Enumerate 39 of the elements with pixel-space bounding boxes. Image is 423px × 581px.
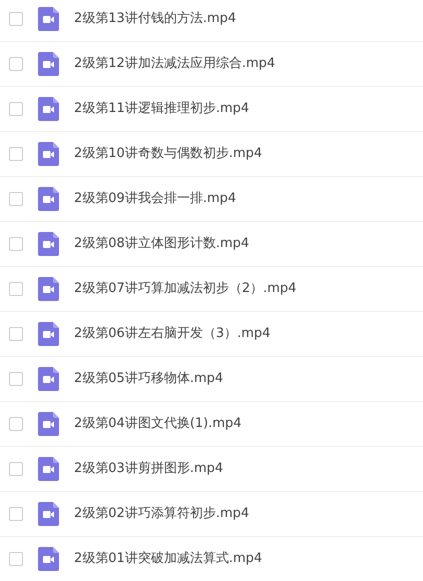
video-file-icon: [38, 97, 59, 121]
checkbox[interactable]: [9, 102, 23, 116]
video-file-icon: [38, 142, 59, 166]
checkbox[interactable]: [9, 192, 23, 206]
checkbox[interactable]: [9, 552, 23, 566]
video-file-icon: [38, 412, 59, 436]
checkbox[interactable]: [9, 282, 23, 296]
checkbox[interactable]: [9, 417, 23, 431]
file-name[interactable]: 2级第01讲突破加减法算式.mp4: [74, 549, 262, 569]
file-name[interactable]: 2级第07讲巧算加减法初步（2）.mp4: [74, 279, 296, 299]
video-file-icon: [38, 187, 59, 211]
video-file-icon: [38, 232, 59, 256]
video-file-icon: [38, 457, 59, 481]
video-file-icon: [38, 502, 59, 526]
file-name[interactable]: 2级第13讲付钱的方法.mp4: [74, 9, 236, 29]
checkbox[interactable]: [9, 12, 23, 26]
file-name[interactable]: 2级第12讲加法减法应用综合.mp4: [74, 54, 276, 74]
checkbox[interactable]: [9, 237, 23, 251]
video-file-icon: [38, 7, 59, 31]
file-name[interactable]: 2级第06讲左右脑开发（3）.mp4: [74, 324, 270, 344]
file-name[interactable]: 2级第03讲剪拼图形.mp4: [74, 459, 224, 479]
file-name[interactable]: 2级第09讲我会排一排.mp4: [74, 189, 236, 209]
file-name[interactable]: 2级第08讲立体图形计数.mp4: [74, 234, 250, 254]
checkbox[interactable]: [9, 57, 23, 71]
checkbox[interactable]: [9, 327, 23, 341]
file-name[interactable]: 2级第02讲巧添算符初步.mp4: [74, 504, 250, 524]
file-name[interactable]: 2级第04讲图文代换(1).mp4: [74, 414, 242, 434]
video-file-icon: [38, 367, 59, 391]
video-file-icon: [38, 547, 59, 571]
video-file-icon: [38, 52, 59, 76]
file-name[interactable]: 2级第11讲逻辑推理初步.mp4: [74, 99, 250, 119]
checkbox[interactable]: [9, 147, 23, 161]
checkbox[interactable]: [9, 462, 23, 476]
checkbox[interactable]: [9, 507, 23, 521]
video-file-icon: [38, 322, 59, 346]
checkbox[interactable]: [9, 372, 23, 386]
file-name[interactable]: 2级第05讲巧移物体.mp4: [74, 369, 224, 389]
file-name[interactable]: 2级第10讲奇数与偶数初步.mp4: [74, 144, 262, 164]
video-file-icon: [38, 277, 59, 301]
